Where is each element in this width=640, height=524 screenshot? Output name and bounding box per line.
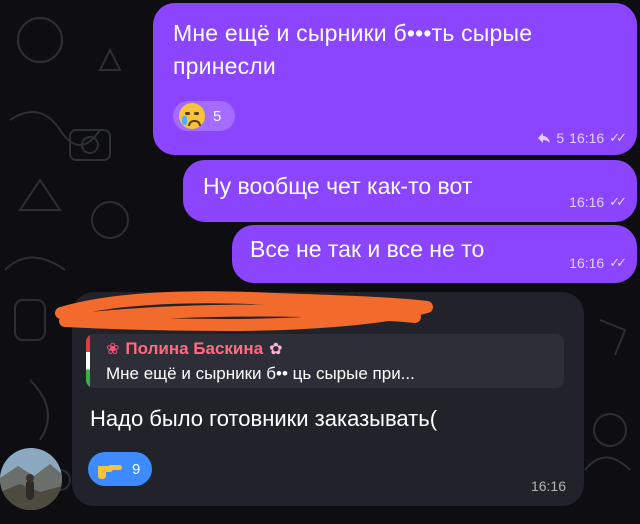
quote-author-name: Полина Баскина bbox=[125, 339, 264, 358]
message-time: 16:16 bbox=[569, 130, 605, 146]
message-time: 16:16 bbox=[569, 194, 605, 210]
message-meta: 16:16 ✓✓ bbox=[569, 194, 627, 210]
reply-count: 5 bbox=[556, 130, 565, 146]
message-text: Ну вообще чет как-то вот bbox=[203, 173, 473, 199]
avatar-landscape-image bbox=[0, 448, 62, 510]
pointing-hand-icon bbox=[98, 465, 122, 479]
tulip-icon: ❀ bbox=[106, 341, 120, 358]
outgoing-message[interactable]: Все не так и все не то 16:16 ✓✓ bbox=[232, 225, 637, 283]
reaction-count: 5 bbox=[213, 107, 222, 125]
quote-accent-bar bbox=[86, 334, 90, 388]
quote-author: ❀ Полина Баскина ✿ bbox=[106, 339, 283, 359]
reply-arrow-icon bbox=[538, 133, 551, 143]
message-meta: 16:16 ✓✓ bbox=[569, 255, 627, 271]
read-checkmarks-icon: ✓✓ bbox=[609, 130, 627, 145]
message-meta: 16:16 bbox=[531, 478, 566, 494]
read-checkmarks-icon: ✓✓ bbox=[609, 255, 627, 270]
message-text: Надо было готовники заказывать( bbox=[90, 406, 438, 431]
sender-avatar[interactable] bbox=[0, 448, 62, 510]
outgoing-message[interactable]: Мне ещё и сырники б•••ть сырые принесли … bbox=[153, 3, 637, 155]
message-time: 16:16 bbox=[569, 255, 605, 271]
message-time: 16:16 bbox=[530, 478, 566, 494]
crying-face-icon bbox=[179, 103, 205, 129]
message-reaction[interactable]: 5 bbox=[173, 101, 236, 131]
read-checkmarks-icon: ✓✓ bbox=[609, 194, 627, 209]
reply-quote[interactable]: ❀ Полина Баскина ✿ Мне ещё и сырники б••… bbox=[86, 334, 564, 388]
message-reaction[interactable]: 9 bbox=[88, 452, 153, 486]
reaction-count: 9 bbox=[132, 460, 141, 478]
message-text: Мне ещё и сырники б•••ть сырые принесли bbox=[173, 20, 533, 79]
quote-text: Мне ещё и сырники б•• ць сырые при... bbox=[106, 364, 415, 383]
flower-icon: ✿ bbox=[269, 341, 283, 358]
message-meta: 5 16:16 ✓✓ bbox=[537, 130, 627, 146]
message-text: Все не так и все не то bbox=[250, 236, 485, 262]
outgoing-message[interactable]: Ну вообще чет как-то вот 16:16 ✓✓ bbox=[183, 160, 637, 222]
redaction-scribble bbox=[55, 291, 433, 331]
